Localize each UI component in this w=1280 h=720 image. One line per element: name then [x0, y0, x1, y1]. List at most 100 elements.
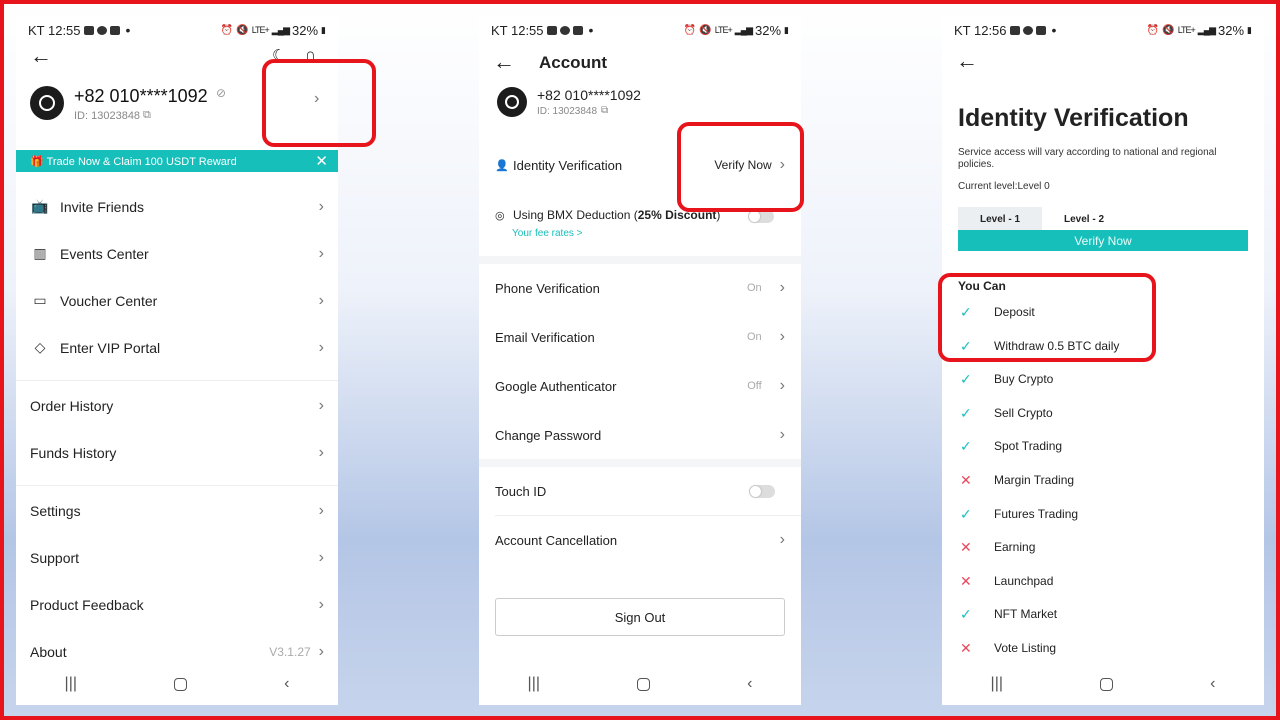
bmx-label: Using BMX Deduction ( — [513, 208, 638, 222]
permission-item: ✕ Earning — [960, 537, 1035, 557]
highlight-verify-now — [677, 122, 804, 212]
chevron-right-icon: › — [318, 548, 324, 566]
row-label: Change Password — [495, 427, 602, 443]
copy-icon[interactable]: ⧉ — [601, 105, 608, 116]
chevron-right-icon: › — [318, 595, 324, 613]
menu-label: Invite Friends — [60, 198, 145, 215]
verify-now-button[interactable]: Verify Now — [958, 230, 1248, 251]
menu-vip-portal[interactable]: ◇ Enter VIP Portal › — [16, 324, 338, 371]
permission-label: Vote Listing — [994, 641, 1057, 655]
copy-icon[interactable]: ⧉ — [143, 109, 151, 122]
account-screen: KT 12:55 • ⏰ 🔇 LTE+ ▂▄▆ 32% ▮ ← Account … — [479, 16, 801, 705]
chevron-right-icon: › — [779, 531, 785, 548]
current-level: Current level:Level 0 — [958, 181, 1050, 192]
back-nav-icon[interactable]: ‹ — [747, 675, 752, 693]
menu-support[interactable]: Support › — [16, 534, 338, 581]
divider — [16, 485, 338, 486]
row-value: On — [746, 282, 762, 294]
user-check-icon: 👤 — [495, 159, 509, 172]
phone-verification-row[interactable]: Phone Verification On › — [479, 264, 801, 312]
gift-icon: 🎁 — [30, 155, 47, 168]
menu-order-history[interactable]: Order History › — [16, 382, 338, 429]
page-title: Identity Verification — [958, 104, 1189, 132]
building-icon: ▥ — [33, 245, 47, 261]
version-label: V3.1.27 — [269, 644, 311, 659]
highlight-you-can — [938, 273, 1156, 362]
sign-out-button[interactable]: Sign Out — [495, 598, 785, 636]
google-authenticator-row[interactable]: Google Authenticator Off › — [479, 362, 801, 410]
app-icon — [572, 25, 583, 35]
chevron-right-icon: › — [779, 328, 785, 345]
permission-label: Spot Trading — [994, 439, 1063, 453]
menu-label: Enter VIP Portal — [60, 339, 161, 356]
gallery-icon — [1009, 25, 1020, 35]
back-arrow-icon[interactable]: ← — [956, 50, 978, 72]
menu-events-center[interactable]: ▥ Events Center › — [16, 230, 338, 277]
change-password-row[interactable]: Change Password › — [479, 411, 801, 459]
reward-banner[interactable]: 🎁 Trade Now & Claim 100 USDT Reward ✕ — [16, 150, 338, 172]
permission-item: ✕ Launchpad — [960, 571, 1053, 591]
cross-icon: ✕ — [960, 639, 972, 656]
policy-description: Service access will vary according to na… — [958, 147, 1217, 170]
chat-icon — [1022, 25, 1033, 35]
dot-icon: • — [1051, 22, 1057, 38]
menu-invite-friends[interactable]: 📺 Invite Friends › — [16, 183, 338, 230]
permission-label: Sell Crypto — [994, 406, 1053, 420]
tab-level-2[interactable]: Level - 2 — [1042, 207, 1126, 231]
row-value: On — [746, 331, 762, 343]
touch-id-toggle[interactable] — [749, 484, 775, 498]
permission-item: ✕ Margin Trading — [960, 470, 1074, 490]
chevron-right-icon: › — [318, 197, 324, 215]
permission-label: Margin Trading — [994, 473, 1075, 487]
avatar — [497, 87, 527, 117]
permission-item: ✕ Vote Listing — [960, 638, 1056, 658]
tab-level-1[interactable]: Level - 1 — [958, 207, 1042, 231]
hide-eye-icon[interactable]: ⊘ — [216, 86, 226, 100]
menu-settings[interactable]: Settings › — [16, 487, 338, 534]
battery-icon: ▮ — [784, 24, 789, 35]
back-nav-icon[interactable]: ‹ — [1210, 675, 1215, 693]
alarm-icon: ⏰ — [683, 24, 697, 36]
chevron-right-icon: › — [318, 291, 324, 309]
back-arrow-icon[interactable]: ← — [30, 45, 52, 67]
permission-label: Buy Crypto — [994, 372, 1054, 386]
home-icon[interactable] — [637, 677, 651, 691]
recents-icon[interactable]: ||| — [991, 675, 1003, 693]
back-arrow-icon[interactable]: ← — [493, 51, 515, 73]
menu-product-feedback[interactable]: Product Feedback › — [16, 581, 338, 628]
permission-item: ✓ Spot Trading — [960, 436, 1062, 456]
profile-id: ID: 13023848 — [74, 110, 141, 122]
home-icon[interactable] — [1100, 677, 1114, 691]
back-nav-icon[interactable]: ‹ — [284, 675, 289, 693]
divider — [16, 380, 338, 381]
menu-voucher-center[interactable]: ▭ Voucher Center › — [16, 277, 338, 324]
battery-label: 32% — [755, 22, 782, 38]
account-phone: +82 010****1092 — [537, 87, 641, 103]
permission-item: ✓ Sell Crypto — [960, 403, 1053, 423]
check-icon: ✓ — [960, 370, 972, 387]
dot-icon: • — [125, 22, 131, 38]
battery-icon: ▮ — [321, 24, 326, 35]
chevron-right-icon: › — [318, 244, 324, 262]
fee-rates-link[interactable]: Your fee rates > — [512, 228, 583, 239]
mute-icon: 🔇 — [1162, 24, 1175, 36]
mute-icon: 🔇 — [699, 24, 712, 36]
signal-icon: ▂▄▆ — [271, 24, 290, 35]
touch-id-row: Touch ID — [479, 467, 801, 515]
account-id: ID: 13023848 — [537, 106, 598, 117]
system-nav-bar: ||| ‹ — [942, 663, 1264, 705]
status-time: KT 12:55 — [491, 22, 544, 38]
recents-icon[interactable]: ||| — [65, 675, 77, 693]
battery-icon: ▮ — [1247, 24, 1252, 35]
menu-funds-history[interactable]: Funds History › — [16, 429, 338, 476]
close-icon[interactable]: ✕ — [315, 152, 328, 170]
chevron-right-icon: › — [318, 443, 324, 461]
menu-label: Order History — [30, 397, 114, 414]
check-icon: ✓ — [960, 505, 972, 522]
home-icon[interactable] — [174, 677, 188, 691]
account-cancellation-row[interactable]: Account Cancellation › — [479, 516, 801, 564]
permission-item: ✓ Buy Crypto — [960, 369, 1053, 389]
menu-label: Support — [30, 549, 80, 566]
recents-icon[interactable]: ||| — [528, 675, 540, 693]
email-verification-row[interactable]: Email Verification On › — [479, 313, 801, 361]
